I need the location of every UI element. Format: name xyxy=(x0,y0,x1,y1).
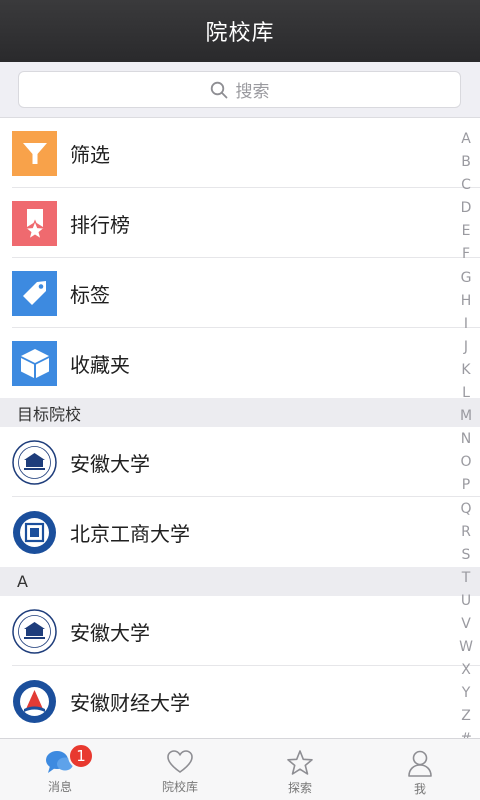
university-logo-icon xyxy=(12,608,57,654)
menu-item-filter[interactable]: 筛选 xyxy=(0,118,480,188)
heart-icon xyxy=(167,750,193,773)
search-input[interactable]: 搜索 xyxy=(18,71,461,108)
university-logo-icon xyxy=(12,439,57,485)
index-letter[interactable]: D xyxy=(461,197,472,220)
tab-school-library[interactable]: 院校库 xyxy=(120,739,240,800)
menu-item-favorites[interactable]: 收藏夹 xyxy=(0,328,480,398)
star-icon xyxy=(287,750,313,775)
tab-bar: 1 消息 院校库 探索 我 xyxy=(0,738,480,800)
award-ribbon-icon xyxy=(12,200,57,246)
index-letter[interactable]: V xyxy=(461,613,471,636)
index-letter[interactable]: P xyxy=(462,474,470,497)
cube-icon xyxy=(12,340,57,386)
index-letter[interactable]: H xyxy=(461,290,472,313)
title-bar: 院校库 xyxy=(0,0,480,62)
alphabet-index[interactable]: A B C D E F G H I J K L M N O P Q R S T … xyxy=(458,128,474,752)
index-letter[interactable]: R xyxy=(461,521,471,544)
tab-label: 探索 xyxy=(287,781,312,795)
list-item[interactable]: 安徽大学 xyxy=(0,427,480,497)
menu-item-ranking[interactable]: 排行榜 xyxy=(0,188,480,258)
index-letter[interactable]: N xyxy=(461,428,471,451)
index-letter[interactable]: O xyxy=(460,451,471,474)
index-letter[interactable]: G xyxy=(461,267,472,290)
index-letter[interactable]: M xyxy=(460,405,472,428)
index-letter[interactable]: Q xyxy=(460,498,471,521)
school-name: 北京工商大学 xyxy=(70,521,190,546)
index-letter[interactable]: X xyxy=(461,659,471,682)
university-logo-icon xyxy=(12,679,57,724)
index-letter[interactable]: Y xyxy=(462,682,471,705)
tab-messages[interactable]: 1 消息 xyxy=(0,739,120,800)
index-letter[interactable]: F xyxy=(462,243,470,266)
tab-me[interactable]: 我 xyxy=(360,739,480,800)
menu-item-label: 收藏夹 xyxy=(70,352,130,377)
school-list: 筛选 排行榜 标签 收藏夹 目标院校 安徽大学 北京工商大学 A 安徽大学 安徽… xyxy=(0,118,480,736)
school-name: 安徽大学 xyxy=(70,620,150,645)
university-logo-icon xyxy=(12,510,57,555)
index-letter[interactable]: W xyxy=(459,636,473,659)
search-bar: 搜索 xyxy=(0,62,480,118)
search-placeholder: 搜索 xyxy=(235,82,270,102)
list-item[interactable]: 北京工商大学 xyxy=(0,497,480,567)
tab-label: 我 xyxy=(413,782,426,796)
tab-explore[interactable]: 探索 xyxy=(240,739,360,800)
index-letter[interactable]: J xyxy=(464,336,468,359)
index-letter[interactable]: B xyxy=(461,151,471,174)
page-title: 院校库 xyxy=(205,21,275,46)
section-header-a: A xyxy=(0,567,480,596)
section-header-target: 目标院校 xyxy=(0,398,480,427)
tag-icon xyxy=(12,270,57,316)
index-letter[interactable]: A xyxy=(461,128,471,151)
index-letter[interactable]: S xyxy=(462,544,471,567)
index-letter[interactable]: L xyxy=(462,382,470,405)
tab-label: 院校库 xyxy=(161,780,198,794)
index-letter[interactable]: Z xyxy=(461,705,471,728)
list-item[interactable]: 安徽大学 xyxy=(0,596,480,666)
menu-item-label: 标签 xyxy=(70,282,110,307)
filter-icon xyxy=(12,130,57,176)
list-item[interactable]: 安徽财经大学 xyxy=(0,666,480,736)
index-letter[interactable]: T xyxy=(462,567,471,590)
index-letter[interactable]: U xyxy=(461,590,471,613)
index-letter[interactable]: C xyxy=(461,174,471,197)
tab-label: 消息 xyxy=(47,780,72,794)
person-icon xyxy=(408,750,432,777)
menu-item-label: 筛选 xyxy=(70,142,110,167)
index-letter[interactable]: E xyxy=(462,220,471,243)
menu-item-label: 排行榜 xyxy=(70,212,130,237)
unread-badge: 1 xyxy=(68,743,94,769)
index-letter[interactable]: I xyxy=(464,313,468,336)
school-name: 安徽大学 xyxy=(70,451,150,476)
menu-item-tags[interactable]: 标签 xyxy=(0,258,480,328)
search-icon xyxy=(210,81,227,98)
index-letter[interactable]: K xyxy=(461,359,470,382)
school-name: 安徽财经大学 xyxy=(70,690,190,715)
